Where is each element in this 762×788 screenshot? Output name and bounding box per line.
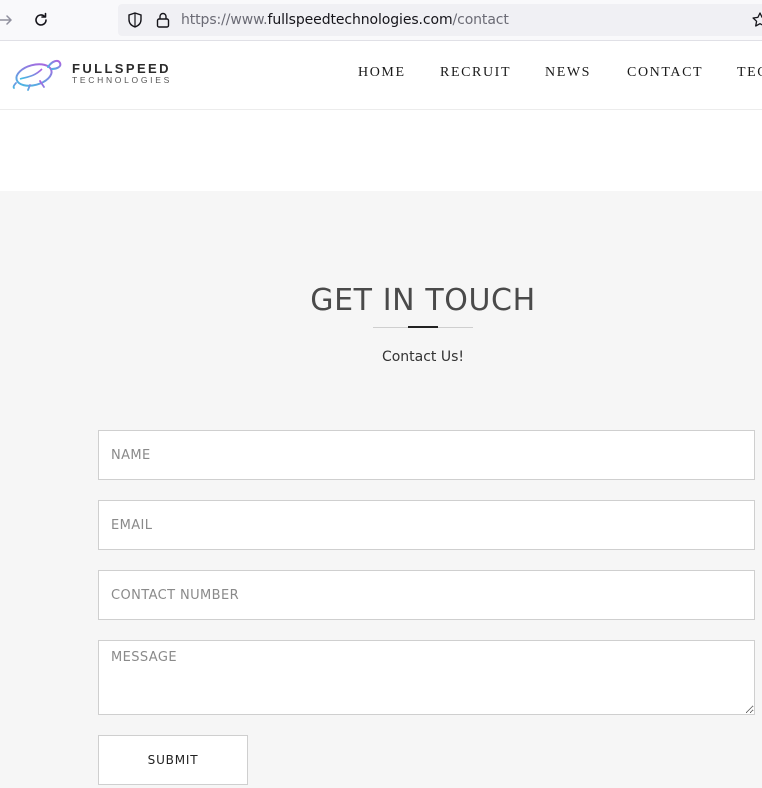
email-field[interactable] — [98, 500, 755, 550]
turtle-logo-icon — [12, 59, 62, 91]
nav-contact[interactable]: CONTACT — [627, 65, 703, 81]
arrow-right-icon — [0, 15, 12, 25]
site-logo[interactable] — [10, 55, 66, 98]
nav-recruit[interactable]: RECRUIT — [440, 65, 511, 81]
message-field[interactable] — [98, 640, 755, 715]
nav-news[interactable]: NEWS — [545, 65, 591, 81]
nav-home[interactable]: HOME — [358, 65, 406, 81]
site-header: FULLSPEED TECHNOLOGIES HOME RECRUIT NEWS… — [0, 41, 762, 110]
browser-toolbar: https://www.fullspeedtechnologies.com/co… — [0, 0, 762, 41]
logo-subtext: TECHNOLOGIES — [72, 75, 172, 85]
name-field[interactable] — [98, 430, 755, 480]
logo-wordmark: FULLSPEED — [72, 61, 171, 76]
shield-icon[interactable] — [126, 11, 144, 29]
submit-button[interactable]: SUBMIT — [98, 735, 248, 785]
title-divider-accent — [408, 326, 438, 328]
reload-button[interactable] — [29, 8, 53, 32]
nav-technologies[interactable]: TEC — [737, 65, 762, 81]
forward-button[interactable] — [0, 8, 18, 32]
page-subtitle: Contact Us! — [381, 349, 465, 365]
url-domain: fullspeedtechnologies.com — [267, 12, 453, 28]
page-title: GET IN TOUCH — [310, 283, 536, 318]
header-spacer — [0, 110, 762, 191]
url-prefix: https://www. — [181, 12, 268, 28]
bookmark-star-icon[interactable] — [751, 11, 762, 29]
url-path: /contact — [452, 12, 509, 28]
address-bar[interactable]: https://www.fullspeedtechnologies.com/co… — [118, 4, 762, 36]
url-text: https://www.fullspeedtechnologies.com/co… — [181, 12, 509, 28]
lock-icon[interactable] — [154, 11, 172, 29]
contact-number-field[interactable] — [98, 570, 755, 620]
reload-icon — [35, 12, 47, 26]
